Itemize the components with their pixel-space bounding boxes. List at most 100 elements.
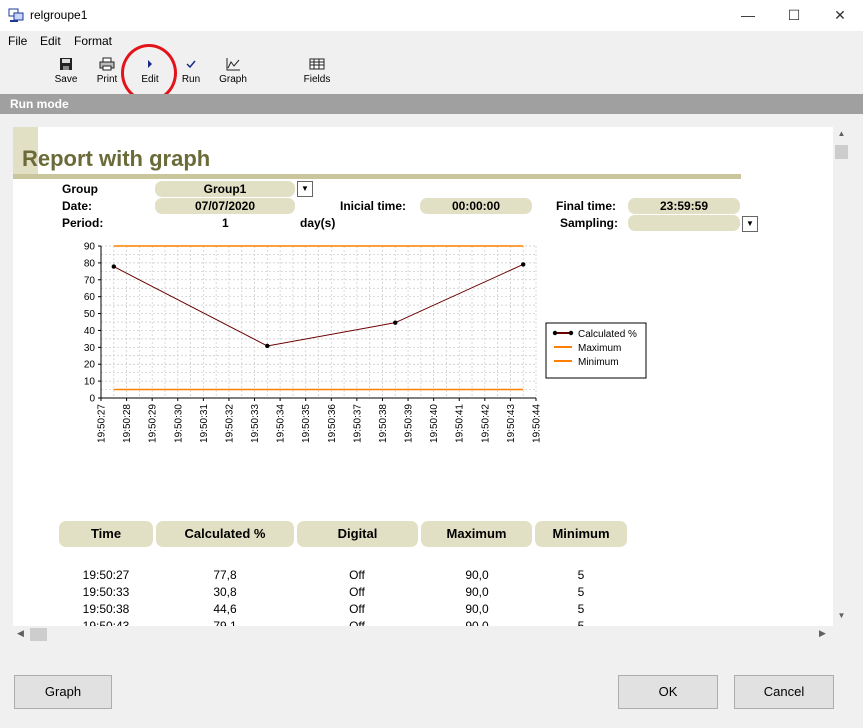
cancel-button[interactable]: Cancel [734, 675, 834, 709]
dropdown-arrow-icon: ▼ [301, 184, 309, 193]
sampling-field[interactable] [628, 215, 740, 231]
table-cell: 90,0 [465, 568, 489, 582]
y-tick-label: 20 [84, 360, 96, 371]
col-header-maximum: Maximum [421, 521, 532, 547]
menu-format[interactable]: Format [74, 34, 112, 48]
table-cell: 79,1 [213, 619, 237, 626]
report-title: Report with graph [22, 146, 211, 171]
grid-icon [309, 58, 325, 70]
save-tool-button[interactable]: Save [46, 56, 86, 85]
scroll-up-icon[interactable]: ▲ [833, 129, 850, 138]
x-tick-label: 19:50:40 [429, 404, 440, 443]
dropdown-arrow-icon: ▼ [746, 219, 754, 228]
table-cell: 44,6 [213, 602, 237, 616]
table-cell: 19:50:33 [82, 585, 130, 599]
minimize-button[interactable]: — [725, 0, 771, 31]
table-cell: Off [349, 602, 365, 616]
x-tick-label: 19:50:31 [199, 404, 210, 443]
sampling-label: Sampling: [560, 216, 619, 230]
period-label: Period: [62, 216, 104, 230]
vertical-scroll-thumb[interactable] [835, 145, 848, 159]
title-underline [13, 174, 741, 179]
horizontal-scroll-thumb[interactable] [30, 628, 47, 641]
legend-marker [568, 330, 574, 336]
x-tick-label: 19:50:43 [506, 404, 517, 443]
x-tick-label: 19:50:36 [327, 404, 338, 443]
y-tick-label: 40 [84, 326, 96, 337]
period-unit: day(s) [300, 216, 336, 230]
table-cell: 90,0 [465, 602, 489, 616]
x-tick-label: 19:50:39 [404, 404, 415, 443]
chart-icon [226, 58, 240, 71]
menu-file[interactable]: File [8, 34, 27, 48]
group-field[interactable]: Group1 [155, 181, 295, 197]
table-cell: 90,0 [465, 585, 489, 599]
x-tick-label: 19:50:41 [455, 404, 466, 443]
save-label: Save [54, 74, 78, 85]
data-point [393, 320, 398, 325]
scroll-down-icon[interactable]: ▼ [833, 611, 850, 620]
group-label: Group [62, 182, 98, 196]
col-header-time: Time [59, 521, 153, 547]
maximize-button[interactable]: ☐ [771, 0, 817, 31]
scroll-right-icon[interactable]: ▶ [819, 628, 826, 639]
table-cell: 19:50:43 [82, 619, 130, 626]
y-tick-label: 10 [84, 377, 96, 388]
group-dropdown-button[interactable]: ▼ [297, 181, 313, 197]
close-button[interactable]: ✕ [817, 0, 863, 31]
x-tick-label: 19:50:34 [276, 404, 287, 443]
x-tick-label: 19:50:28 [122, 404, 133, 443]
legend-label: Maximum [578, 343, 621, 354]
legend-label: Minimum [578, 357, 619, 368]
x-tick-label: 19:50:38 [378, 404, 389, 443]
app-icon [8, 8, 24, 22]
x-tick-label: 19:50:27 [97, 404, 108, 443]
date-field[interactable]: 07/07/2020 [155, 198, 295, 214]
sampling-dropdown-button[interactable]: ▼ [742, 216, 758, 232]
x-tick-label: 19:50:44 [532, 404, 543, 443]
col-header-calculated: Calculated % [156, 521, 294, 547]
printer-icon [99, 57, 115, 71]
x-tick-label: 19:50:42 [480, 404, 491, 443]
table-body: 19:50:27 77,8 Off 90,0 5 19:50:33 30,8 Off 90,0 5… [13, 560, 833, 626]
data-point [521, 262, 526, 267]
menu-edit[interactable]: Edit [40, 34, 61, 48]
table-cell: 19:50:27 [82, 568, 130, 582]
col-header-digital: Digital [297, 521, 418, 547]
table-cell: 19:50:38 [82, 602, 130, 616]
table-cell: 30,8 [213, 585, 237, 599]
menu-bar: File Edit Format [0, 31, 863, 51]
scroll-left-icon[interactable]: ◀ [17, 628, 24, 639]
title-bar: relgroupe1 — ☐ ✕ [0, 0, 863, 31]
checkmark-icon [186, 60, 196, 69]
x-tick-label: 19:50:37 [352, 404, 363, 443]
table-cell: 90,0 [465, 619, 489, 626]
legend-label: Calculated % [578, 329, 637, 340]
graph-label: Graph [219, 74, 247, 85]
table-cell: 5 [577, 619, 585, 626]
date-label: Date: [62, 199, 93, 213]
graph-tool-button[interactable]: Graph [213, 56, 253, 85]
x-tick-label: 19:50:35 [301, 404, 312, 443]
ok-button[interactable]: OK [618, 675, 718, 709]
y-tick-label: 0 [89, 394, 95, 405]
period-value[interactable]: 1 [222, 216, 229, 230]
print-label: Print [96, 74, 118, 85]
table-cell: Off [349, 619, 365, 626]
vertical-scrollbar[interactable]: ▲ ▼ [833, 127, 850, 626]
y-tick-label: 50 [84, 309, 96, 320]
save-icon [60, 58, 72, 70]
initial-time-field[interactable]: 00:00:00 [420, 198, 532, 214]
legend-marker [552, 330, 558, 336]
table-cell: 5 [577, 585, 585, 599]
col-header-minimum: Minimum [535, 521, 627, 547]
x-tick-label: 19:50:30 [173, 404, 184, 443]
fields-tool-button[interactable]: Fields [297, 56, 337, 85]
horizontal-scrollbar[interactable]: ◀ ▶ [13, 626, 833, 643]
run-tool-button[interactable]: Run [171, 56, 211, 85]
data-point [265, 343, 270, 349]
run-label: Run [181, 74, 201, 85]
graph-button[interactable]: Graph [14, 675, 112, 709]
final-time-field[interactable]: 23:59:59 [628, 198, 740, 214]
table-cell: 77,8 [213, 568, 237, 582]
